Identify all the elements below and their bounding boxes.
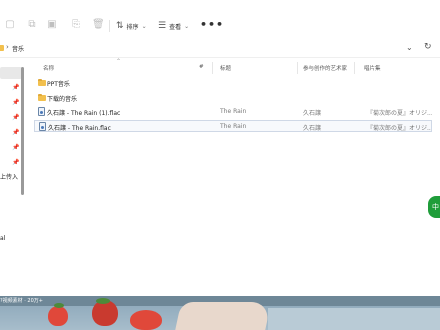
table-surface-image [268,308,440,330]
copy-icon[interactable]: ⧉ [26,19,38,31]
list-item[interactable]: PPT音乐 [34,77,432,89]
breadcrumb-current[interactable]: 音乐 [12,44,24,53]
nav-item-label[interactable]: al [0,235,5,242]
column-name[interactable]: 名称 [43,64,54,72]
list-item-selected[interactable]: 久石譲 - The Rain.flac The Rain 久石譲 『菊次郎の夏』… [34,120,432,132]
column-album[interactable]: 唱片集 [364,64,381,72]
strawberry-leaf-image [54,303,64,308]
list-item[interactable]: 下载的音乐 [34,92,432,104]
audio-file-icon [38,107,45,116]
delete-icon[interactable]: 🗑 [92,19,105,31]
view-label: 查看 [169,23,182,31]
pin-icon[interactable]: 📌 [12,114,19,121]
address-bar[interactable]: › 音乐 ⌄ ↻ [0,40,440,58]
item-name: 久石譲 - The Rain (1).flac [47,110,121,117]
toolbar-divider [109,20,110,32]
paste-icon[interactable]: ▣ [46,19,58,31]
chevron-down-icon: ⌄ [184,22,190,30]
strawberry-leaf-image [96,298,110,304]
item-name: 下载的音乐 [47,96,78,103]
chevron-down-icon: ⌄ [141,22,147,30]
sort-button[interactable]: ⇅ 排序 ⌄ [116,18,147,34]
strawberry-image [48,306,68,326]
item-album: 『菊次郎の夏』オリジ... [367,125,431,132]
nav-item-selected[interactable] [0,67,22,79]
refresh-icon[interactable]: ↻ [424,42,432,52]
column-header: ⌃ 名称 # 标题 参与创作的艺术家 唱片集 [34,58,434,74]
more-options-button[interactable]: ••• [200,18,224,31]
address-dropdown-icon[interactable]: ⌄ [406,43,413,52]
pin-icon[interactable]: 📌 [12,129,19,136]
breadcrumb-chevron-icon[interactable]: › [6,43,9,51]
view-icon: ☰ [158,21,167,31]
column-title[interactable]: 标题 [220,64,231,72]
item-artist: 久石譲 [303,110,322,117]
strawberry-image [92,300,118,326]
pin-icon[interactable]: 📌 [12,84,19,91]
column-number[interactable]: # [199,64,204,70]
audio-file-icon [39,122,46,131]
command-toolbar: ▢ ⧉ ▣ ⎘ 🗑 ⇅ 排序 ⌄ ☰ 查看 ⌄ ••• [0,14,440,38]
item-album: 『菊次郎の夏』オリジ... [367,110,432,117]
nav-item-label[interactable]: 上传入 [0,172,18,181]
rename-icon[interactable]: ⎘ [70,19,82,31]
photo-caption: ?视频素材 · 20万+ [0,298,43,304]
column-divider[interactable] [354,62,355,74]
file-explorer-window: ▢ ⧉ ▣ ⎘ 🗑 ⇅ 排序 ⌄ ☰ 查看 ⌄ ••• › 音乐 ⌄ ↻ 📌 📌… [0,0,440,296]
pin-icon[interactable]: 📌 [12,144,19,151]
item-name: PPT音乐 [47,81,70,88]
background-photo: ?视频素材 · 20万+ [0,296,440,330]
item-artist: 久石譲 [303,125,322,132]
pin-icon[interactable]: 📌 [12,99,19,106]
pin-icon[interactable]: 📌 [12,159,19,166]
column-divider[interactable] [297,62,298,74]
cut-icon[interactable]: ▢ [4,19,16,31]
folder-icon [38,94,46,101]
view-button[interactable]: ☰ 查看 ⌄ [158,18,189,34]
nav-scrollbar[interactable] [21,67,24,195]
column-divider[interactable] [212,62,213,74]
sort-icon: ⇅ [116,21,124,31]
sort-label: 排序 [126,23,139,31]
navigation-pane: 📌 📌 📌 📌 📌 📌 上传入 al [0,59,27,296]
folder-icon [0,45,4,51]
item-title: The Rain [220,108,247,115]
list-item[interactable]: 久石譲 - The Rain (1).flac The Rain 久石譲 『菊次… [34,106,432,118]
sort-caret-icon: ⌃ [116,58,122,65]
cloth-image [174,302,272,330]
item-title: The Rain [220,123,247,130]
column-artists[interactable]: 参与创作的艺术家 [303,64,347,72]
strawberry-image [130,310,162,330]
folder-icon [38,79,46,86]
input-method-badge[interactable]: 中 [428,196,440,218]
item-name: 久石譲 - The Rain.flac [48,125,111,132]
